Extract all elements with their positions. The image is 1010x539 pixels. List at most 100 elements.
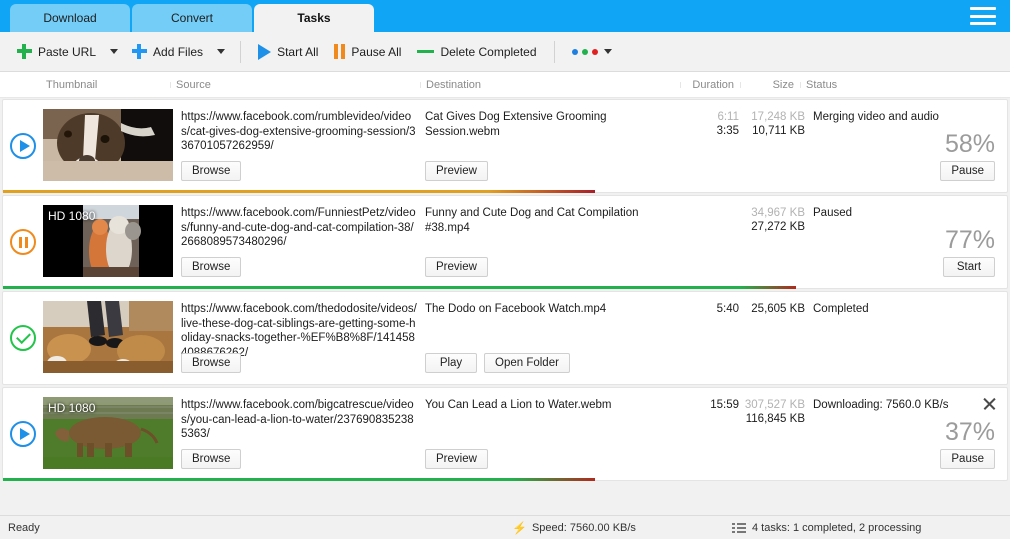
- task-destination-cell: You Can Lead a Lion to Water.webm Previe…: [423, 388, 683, 480]
- start-all-label: Start All: [277, 45, 318, 59]
- status-actions: Start: [943, 257, 995, 277]
- task-thumbnail[interactable]: HD 1080: [43, 397, 173, 469]
- task-destination-cell: Funny and Cute Dog and Cat Compilation #…: [423, 196, 683, 288]
- table-row[interactable]: https://www.facebook.com/thedodosite/vid…: [2, 291, 1008, 385]
- pause-button[interactable]: Pause: [940, 449, 995, 469]
- task-thumbnail[interactable]: HD 1080: [43, 205, 173, 277]
- tab-download-label: Download: [43, 11, 96, 25]
- status-ready-text: Ready: [8, 522, 40, 534]
- tab-bar: Download Convert Tasks: [0, 0, 1010, 32]
- delete-completed-button[interactable]: Delete Completed: [410, 41, 543, 63]
- column-header-size[interactable]: Size: [740, 79, 800, 91]
- lightning-bolt-icon: ⚡: [512, 521, 527, 535]
- task-destination-name: You Can Lead a Lion to Water.webm: [425, 398, 677, 413]
- toolbar: Paste URL Add Files Start All Pause All …: [0, 32, 1010, 72]
- close-icon[interactable]: [981, 395, 998, 412]
- task-source-cell: https://www.facebook.com/FunniestPetz/vi…: [173, 196, 423, 288]
- paste-url-dropdown[interactable]: [105, 45, 123, 58]
- browse-button[interactable]: Browse: [181, 257, 241, 277]
- thumbnail-image: [43, 109, 173, 181]
- task-destination-name: Cat Gives Dog Extensive Grooming Session…: [425, 110, 677, 140]
- status-actions: Pause: [940, 161, 995, 181]
- more-options-button[interactable]: [565, 45, 619, 59]
- task-thumbnail[interactable]: [43, 301, 173, 373]
- status-text: Paused: [813, 207, 997, 219]
- table-row[interactable]: HD 1080 https://www.facebook.com/bigcatr…: [2, 387, 1008, 481]
- play-circle-icon[interactable]: [10, 421, 36, 447]
- pause-all-label: Pause All: [351, 45, 401, 59]
- toolbar-divider-2: [554, 41, 555, 63]
- destination-actions: Preview: [425, 257, 488, 277]
- status-text: Downloading: 7560.0 KB/s: [813, 399, 997, 411]
- status-tasks: 4 tasks: 1 completed, 2 processing: [732, 522, 1002, 534]
- size-total: 307,527 KB: [743, 399, 805, 411]
- start-all-button[interactable]: Start All: [251, 40, 325, 64]
- status-actions: Pause: [940, 449, 995, 469]
- progress-percent: 58%: [945, 130, 995, 159]
- open-folder-button[interactable]: Open Folder: [484, 353, 570, 373]
- table-row[interactable]: HD 1080 https://www.facebook.com/Funnies…: [2, 195, 1008, 289]
- task-source-cell: https://www.facebook.com/rumblevideo/vid…: [173, 100, 423, 192]
- pause-all-button[interactable]: Pause All: [327, 40, 408, 63]
- add-files-button[interactable]: Add Files: [125, 40, 210, 63]
- pause-button[interactable]: Pause: [940, 161, 995, 181]
- preview-button[interactable]: Preview: [425, 449, 488, 469]
- progress-percent: 77%: [945, 226, 995, 255]
- size-total: 17,248 KB: [743, 111, 805, 123]
- duration-total: 5:40: [683, 303, 739, 315]
- tab-tasks[interactable]: Tasks: [254, 4, 374, 32]
- destination-actions: Play Open Folder: [425, 353, 570, 373]
- browse-button[interactable]: Browse: [181, 353, 241, 373]
- application-window: Download Convert Tasks Paste URL Add Fil…: [0, 0, 1010, 539]
- task-size-cell: 307,527 KB 116,845 KB: [743, 388, 811, 425]
- list-icon: [732, 523, 746, 533]
- column-header-duration[interactable]: Duration: [680, 79, 740, 91]
- play-button[interactable]: Play: [425, 353, 477, 373]
- size-done: 116,845 KB: [743, 413, 805, 425]
- progress-bar-fill: [3, 286, 796, 289]
- start-button[interactable]: Start: [943, 257, 995, 277]
- column-headers: Thumbnail Source Destination Duration Si…: [0, 72, 1010, 98]
- progress-bar-track: [3, 190, 1007, 193]
- chevron-down-icon: [217, 49, 225, 54]
- preview-button[interactable]: Preview: [425, 257, 488, 277]
- tab-tasks-label: Tasks: [297, 11, 330, 25]
- toolbar-divider: [240, 41, 241, 63]
- delete-completed-label: Delete Completed: [440, 45, 536, 59]
- task-source-cell: https://www.facebook.com/bigcatrescue/vi…: [173, 388, 423, 480]
- task-size-cell: 17,248 KB 10,711 KB: [743, 100, 811, 137]
- add-files-dropdown[interactable]: [212, 45, 230, 58]
- destination-actions: Preview: [425, 161, 488, 181]
- task-source-url[interactable]: https://www.facebook.com/thedodosite/vid…: [181, 302, 417, 360]
- column-header-source[interactable]: Source: [170, 79, 420, 91]
- browse-button[interactable]: Browse: [181, 161, 241, 181]
- paste-url-label: Paste URL: [38, 45, 96, 59]
- tab-convert-label: Convert: [171, 11, 213, 25]
- duration-done: 3:35: [683, 125, 739, 137]
- duration-total: 6:11: [683, 111, 739, 123]
- column-header-thumbnail[interactable]: Thumbnail: [40, 79, 170, 91]
- hd-badge: HD 1080: [48, 401, 95, 415]
- pause-icon: [334, 44, 345, 59]
- column-header-destination[interactable]: Destination: [420, 79, 680, 91]
- task-source-url[interactable]: https://www.facebook.com/FunniestPetz/vi…: [181, 206, 417, 250]
- size-total: 34,967 KB: [743, 207, 805, 219]
- task-source-url[interactable]: https://www.facebook.com/bigcatrescue/vi…: [181, 398, 417, 442]
- browse-button[interactable]: Browse: [181, 449, 241, 469]
- pause-circle-icon[interactable]: [10, 229, 36, 255]
- table-row[interactable]: https://www.facebook.com/rumblevideo/vid…: [2, 99, 1008, 193]
- size-done: 25,605 KB: [743, 303, 805, 315]
- tab-convert[interactable]: Convert: [132, 4, 252, 32]
- column-header-status[interactable]: Status: [800, 79, 1010, 91]
- tab-download[interactable]: Download: [10, 4, 130, 32]
- task-source-url[interactable]: https://www.facebook.com/rumblevideo/vid…: [181, 110, 417, 154]
- status-bar: Ready ⚡ Speed: 7560.00 KB/s 4 tasks: 1 c…: [0, 515, 1010, 539]
- progress-percent: 37%: [945, 418, 995, 447]
- task-thumbnail[interactable]: [43, 109, 173, 181]
- paste-url-button[interactable]: Paste URL: [10, 40, 103, 63]
- preview-button[interactable]: Preview: [425, 161, 488, 181]
- play-circle-icon[interactable]: [10, 133, 36, 159]
- hamburger-menu-icon[interactable]: [970, 5, 996, 27]
- check-circle-icon[interactable]: [10, 325, 36, 351]
- minus-icon: [417, 50, 434, 53]
